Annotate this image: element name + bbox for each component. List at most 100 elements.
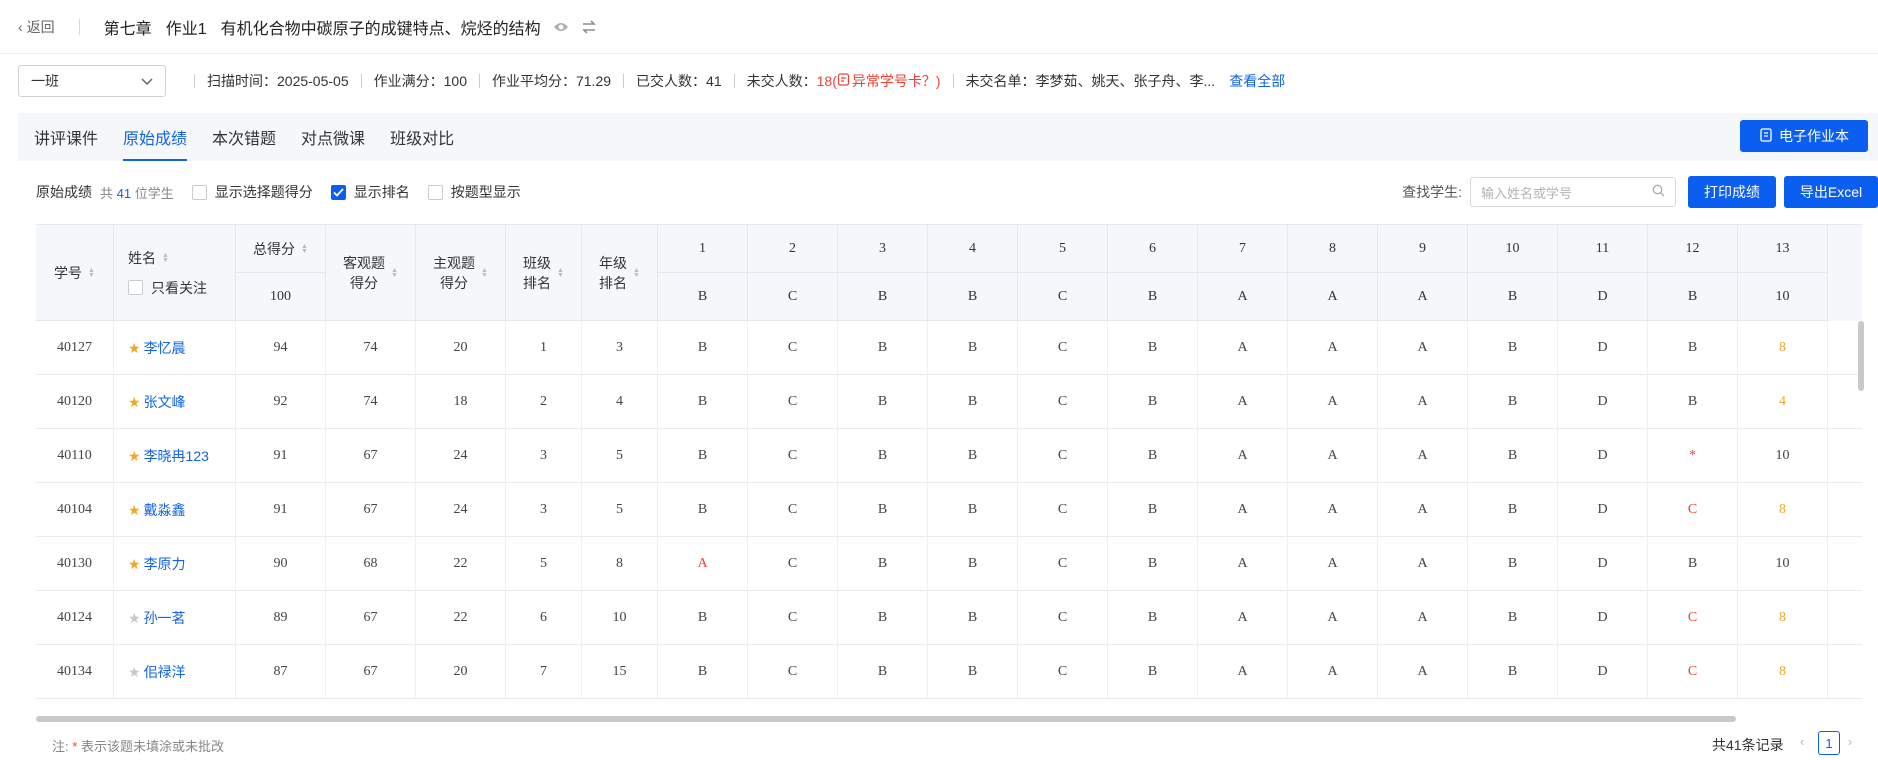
export-excel-button[interactable]: 导出Excel <box>1784 176 1878 208</box>
table-row[interactable]: 40134 ★ 佀禄洋 87 67 20 7 15 B C B B C B A A A B D C 8 <box>36 645 1862 699</box>
star-filled-icon[interactable]: ★ <box>128 340 141 357</box>
header-correct-answer: B <box>928 273 1018 321</box>
eye-icon[interactable] <box>553 21 569 33</box>
header-grade-rank[interactable]: 年级 排名 ▲ ▼ <box>582 225 658 321</box>
sort-icon[interactable]: ▲ ▼ <box>633 267 640 279</box>
answer-cell: A <box>1378 321 1468 375</box>
tab-class-compare[interactable]: 班级对比 <box>390 113 454 161</box>
header-class-rank[interactable]: 班级 排名 ▲ ▼ <box>506 225 582 321</box>
answer-cell: B <box>658 591 748 645</box>
prev-page-icon[interactable]: ‹ <box>1800 734 1804 749</box>
sort-icon[interactable]: ▲ ▼ <box>162 252 169 264</box>
answer-cell: A <box>1198 591 1288 645</box>
header-correct-answer: A <box>1378 273 1468 321</box>
answer-cell: A <box>1288 483 1378 537</box>
tab-micro-lessons[interactable]: 对点微课 <box>301 113 365 161</box>
answer-cell: A <box>1378 645 1468 699</box>
show-choice-score-checkbox[interactable]: 显示选择题得分 <box>191 182 313 202</box>
abnormal-id-link[interactable]: 异常学号卡？ <box>837 71 936 91</box>
star-filled-icon[interactable]: ★ <box>128 448 141 465</box>
answer-cell: B <box>1468 321 1558 375</box>
student-name: 李忆晨 <box>143 340 186 356</box>
star-icon[interactable]: ★ <box>128 610 141 627</box>
tab-wrong-questions[interactable]: 本次错题 <box>212 113 276 161</box>
table-row[interactable]: 40110 ★ 李晓冉123 91 67 24 3 5 B C B B C B A A A B D * 10 <box>36 429 1862 483</box>
answer-cell: B <box>838 429 928 483</box>
cell-total: 91 <box>236 429 326 483</box>
student-name-link[interactable]: ★ 李原力 <box>114 537 236 591</box>
sort-icon[interactable]: ▲ ▼ <box>301 243 308 255</box>
print-scores-button[interactable]: 打印成绩 <box>1688 176 1776 208</box>
student-name-link[interactable]: ★ 佀禄洋 <box>114 645 236 699</box>
table-row[interactable]: 40120 ★ 张文峰 92 74 18 2 4 B C B B C B A A A B D B 4 <box>36 375 1862 429</box>
tab-review-courseware[interactable]: 讲评课件 <box>34 113 98 161</box>
student-name-link[interactable]: ★ 李忆晨 <box>114 321 236 375</box>
answer-cell: B <box>658 483 748 537</box>
by-question-type-checkbox[interactable]: 按题型显示 <box>427 182 521 202</box>
answer-cell: B <box>838 321 928 375</box>
student-name-link[interactable]: ★ 戴淼鑫 <box>114 483 236 537</box>
table-row[interactable]: 40124 ★ 孙一茗 89 67 22 6 10 B C B B C B A A A B D C 8 <box>36 591 1862 645</box>
answer-cell: B <box>928 321 1018 375</box>
cell-total: 94 <box>236 321 326 375</box>
header-objective[interactable]: 客观题 得分 ▲ ▼ <box>326 225 416 321</box>
divider <box>478 74 480 88</box>
cell-crank: 2 <box>506 375 582 429</box>
switch-icon[interactable] <box>581 19 597 34</box>
sort-icon[interactable]: ▲ ▼ <box>557 267 564 279</box>
table-row[interactable]: 40130 ★ 李原力 90 68 22 5 8 A C B B C B A A A B D B 10 <box>36 537 1862 591</box>
cell-obj: 67 <box>326 483 416 537</box>
header-student-id[interactable]: 学号 ▲ ▼ <box>36 225 114 321</box>
header-name[interactable]: 姓名 ▲ ▼ 只看关注 <box>114 225 236 321</box>
answer-cell: C <box>1648 591 1738 645</box>
answer-cell: A <box>1288 645 1378 699</box>
header-correct-answer: C <box>1018 273 1108 321</box>
answer-cell: D <box>1558 645 1648 699</box>
cell-id: 40120 <box>36 375 114 429</box>
next-page-icon[interactable]: › <box>1848 734 1852 749</box>
answer-cell: B <box>1648 321 1738 375</box>
back-button[interactable]: ‹ 返回 <box>18 17 55 37</box>
table-row[interactable]: 40127 ★ 李忆晨 94 74 20 1 3 B C B B C B A A A B D B 8 <box>36 321 1862 375</box>
answer-cell: B <box>1648 537 1738 591</box>
sort-icon[interactable]: ▲ ▼ <box>391 267 398 279</box>
student-search-input[interactable]: 输入姓名或学号 <box>1470 177 1676 207</box>
student-name-link[interactable]: ★ 张文峰 <box>114 375 236 429</box>
sort-icon[interactable]: ▲ ▼ <box>481 267 488 279</box>
star-icon[interactable]: ★ <box>128 664 141 681</box>
sort-icon[interactable]: ▲ ▼ <box>88 267 95 279</box>
follow-only-checkbox[interactable]: 只看关注 <box>128 278 207 298</box>
show-rank-checkbox[interactable]: 显示排名 <box>330 182 410 202</box>
answer-cell: A <box>1288 429 1378 483</box>
divider <box>733 74 735 88</box>
info-bar: 一班 扫描时间： 2025-05-05 作业满分： 100 作业平均分： 71.29 … <box>0 54 1878 108</box>
page-button[interactable]: 1 <box>1818 731 1840 755</box>
horizontal-scrollbar[interactable] <box>36 716 1736 722</box>
answer-cell: C <box>748 429 838 483</box>
answer-cell: A <box>1198 483 1288 537</box>
star-filled-icon[interactable]: ★ <box>128 394 141 411</box>
answer-cell: B <box>1468 645 1558 699</box>
e-homework-button[interactable]: 电子作业本 <box>1740 120 1868 152</box>
unsubmitted-list: 李梦茹、姚天、张子舟、李... <box>1035 73 1216 89</box>
answer-cell: A <box>1288 375 1378 429</box>
vertical-scrollbar[interactable] <box>1858 321 1864 391</box>
header-total[interactable]: 总得分 ▲ ▼ <box>236 225 326 273</box>
student-name-link[interactable]: ★ 孙一茗 <box>114 591 236 645</box>
header-question-number: 8 <box>1288 225 1378 273</box>
answer-cell: B <box>1468 591 1558 645</box>
star-filled-icon[interactable]: ★ <box>128 502 141 519</box>
class-select[interactable]: 一班 <box>18 65 166 97</box>
cell-id: 40134 <box>36 645 114 699</box>
cell-crank: 6 <box>506 591 582 645</box>
answer-cell: A <box>1198 645 1288 699</box>
header-subjective[interactable]: 主观题 得分 ▲ ▼ <box>416 225 506 321</box>
answer-cell: B <box>1468 375 1558 429</box>
table-row[interactable]: 40104 ★ 戴淼鑫 91 67 24 3 5 B C B B C B A A A B D C 8 <box>36 483 1862 537</box>
tab-raw-scores[interactable]: 原始成绩 <box>123 113 188 161</box>
star-filled-icon[interactable]: ★ <box>128 556 141 573</box>
student-name-link[interactable]: ★ 李晓冉123 <box>114 429 236 483</box>
view-all-link[interactable]: 查看全部 <box>1229 71 1285 91</box>
answer-cell: D <box>1558 591 1648 645</box>
answer-cell: B <box>928 375 1018 429</box>
